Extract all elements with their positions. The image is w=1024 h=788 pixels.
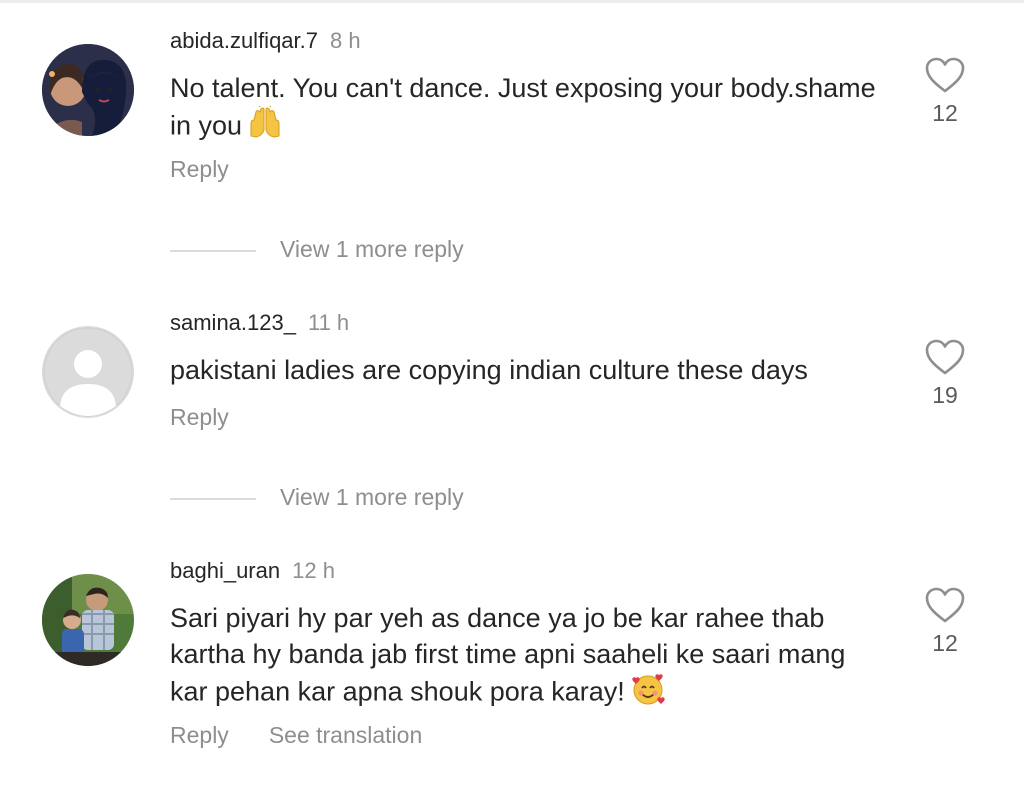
comment-actions: Reply <box>170 156 269 183</box>
view-more-replies-label[interactable]: View 1 more reply <box>280 236 464 263</box>
comment-body: pakistani ladies are copying indian cult… <box>170 355 808 385</box>
comment-body: Sari piyari hy par yeh as dance ya jo be… <box>170 603 846 707</box>
see-translation-button[interactable]: See translation <box>269 722 422 748</box>
avatar-placeholder[interactable] <box>42 326 134 418</box>
reply-thread-line <box>170 250 256 252</box>
timestamp: 12 h <box>292 558 335 583</box>
like-count: 12 <box>932 630 958 656</box>
like-control: 12 <box>920 56 970 127</box>
reply-button[interactable]: Reply <box>170 404 229 430</box>
timestamp: 11 h <box>307 310 350 335</box>
comment-meta: samina.123_ 11 h <box>170 310 349 336</box>
avatar[interactable] <box>42 574 134 666</box>
comment-text: Sari piyari hy par yeh as dance ya jo be… <box>170 600 890 715</box>
username[interactable]: baghi_uran <box>170 558 280 583</box>
like-count: 12 <box>932 100 958 126</box>
username[interactable]: samina.123_ <box>170 310 296 335</box>
smiling-face-with-hearts-emoji-icon <box>631 672 665 715</box>
avatar[interactable] <box>42 44 134 136</box>
comment-actions: Reply See translation <box>170 722 462 749</box>
like-count: 19 <box>932 382 958 408</box>
comment-text: No talent. You can't dance. Just exposin… <box>170 70 890 149</box>
like-control: 12 <box>920 586 970 657</box>
reply-button[interactable]: Reply <box>170 156 229 182</box>
like-control: 19 <box>920 338 970 409</box>
comment-actions: Reply <box>170 404 269 431</box>
top-divider <box>0 0 1024 3</box>
heart-outline-icon[interactable] <box>924 56 966 94</box>
comment-meta: abida.zulfiqar.7 8 h <box>170 28 361 54</box>
heart-outline-icon[interactable] <box>924 586 966 624</box>
username[interactable]: abida.zulfiqar.7 <box>170 28 318 53</box>
raising-hands-emoji-icon <box>248 104 282 149</box>
comment-text: pakistani ladies are copying indian cult… <box>170 352 890 388</box>
timestamp: 8 h <box>330 28 361 53</box>
reply-thread-line <box>170 498 256 500</box>
view-more-replies-label[interactable]: View 1 more reply <box>280 484 464 511</box>
reply-button[interactable]: Reply <box>170 722 229 748</box>
comment-meta: baghi_uran 12 h <box>170 558 335 584</box>
heart-outline-icon[interactable] <box>924 338 966 376</box>
